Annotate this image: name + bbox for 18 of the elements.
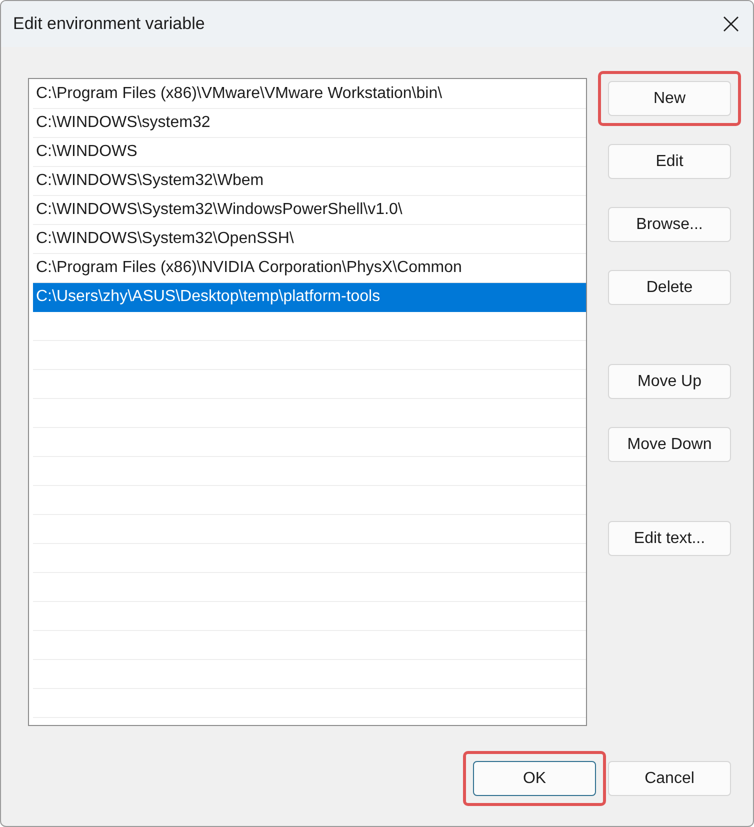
close-icon[interactable] <box>723 16 739 32</box>
dialog-button[interactable]: OK <box>473 761 596 796</box>
dialog-button[interactable]: Browse... <box>608 207 731 242</box>
list-item[interactable]: C:\WINDOWS\System32\Wbem <box>33 167 586 196</box>
dialog-button[interactable]: Move Up <box>608 364 731 399</box>
dialog-button[interactable]: Edit text... <box>608 521 731 556</box>
list-item[interactable]: C:\WINDOWS\System32\OpenSSH\ <box>33 225 586 254</box>
dialog-button[interactable]: New <box>608 81 731 116</box>
list-item[interactable]: C:\Program Files (x86)\VMware\VMware Workstation\bin\ <box>33 80 586 109</box>
dialog-button[interactable]: Cancel <box>608 761 731 796</box>
dialog-button[interactable]: Delete <box>608 270 731 305</box>
list-item[interactable]: C:\Users\zhy\ASUS\Desktop\temp\platform-tools <box>33 283 586 312</box>
dialog-button[interactable]: Move Down <box>608 427 731 462</box>
list-item[interactable]: C:\WINDOWS\System32\WindowsPowerShell\v1.0\ <box>33 196 586 225</box>
dialog-button[interactable]: Edit <box>608 144 731 179</box>
window-title: Edit environment variable <box>13 13 205 36</box>
list-item[interactable]: C:\WINDOWS <box>33 138 586 167</box>
list-item[interactable]: C:\WINDOWS\system32 <box>33 109 586 138</box>
